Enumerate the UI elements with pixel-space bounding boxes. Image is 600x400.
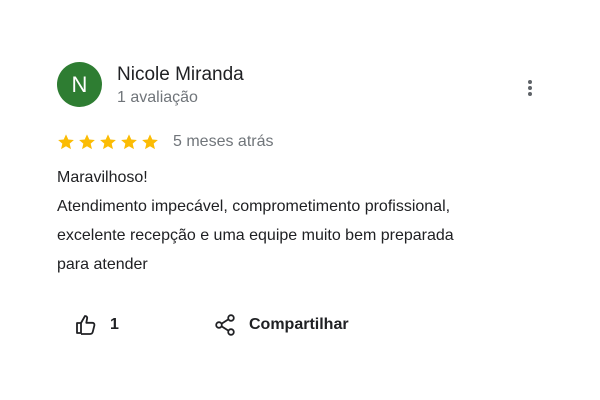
star-rating [57,133,162,151]
more-options-button[interactable] [516,74,544,102]
star-icon [142,134,158,150]
star-icon [58,134,74,150]
review-text: Maravilhoso! Atendimento impecável, comp… [57,163,547,279]
review-text-line: para atender [57,256,148,273]
share-label: Compartilhar [249,316,349,333]
star-icon [79,134,95,150]
review-text-line: Atendimento impecável, comprometimento p… [57,198,451,215]
share-button[interactable]: Compartilhar [213,313,349,337]
reviewer-review-count: 1 avaliação [117,89,198,106]
rating-row: 5 meses atrás [57,131,273,153]
review-date: 5 meses atrás [173,133,274,150]
review-text-line: Maravilhoso! [57,169,148,186]
thumbs-up-icon [76,315,96,335]
star-icon [121,134,137,150]
avatar-initial: N [71,71,88,97]
share-icon [215,314,235,336]
like-button[interactable]: 1 [74,313,119,337]
star-icon [100,134,116,150]
like-count: 1 [110,316,119,333]
more-vertical-icon [528,80,532,96]
review-text-line: excelente recepção e uma equipe muito be… [57,227,454,244]
avatar[interactable]: N [57,62,102,107]
review-card: N Nicole Miranda 1 avaliação 5 meses atr… [0,0,600,400]
reviewer-name[interactable]: Nicole Miranda [117,64,244,86]
